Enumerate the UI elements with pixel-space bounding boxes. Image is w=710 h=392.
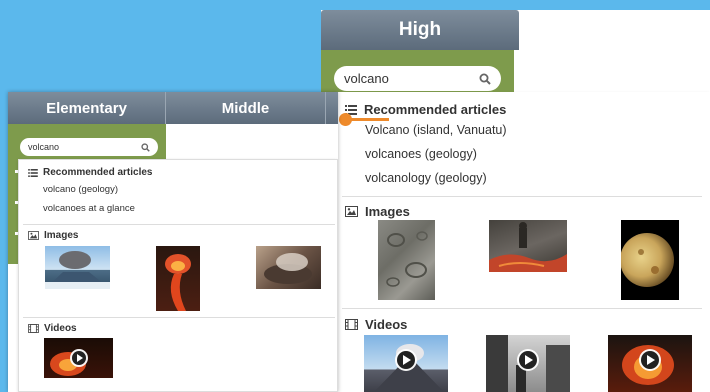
image-thumbnail[interactable] [378,220,435,300]
crater-steam-image [264,253,312,284]
image-thumbnail[interactable] [156,246,200,311]
elementary-videos-heading: Videos [28,323,77,334]
divider [342,308,702,309]
elementary-panel: Elementary Middle volcano Recommended ar… [8,92,338,392]
io-moon-image [621,233,674,287]
image-thumbnail[interactable] [45,246,110,289]
elementary-article-link[interactable]: volcanoes at a glance [43,203,135,214]
high-recommended-title: Recommended articles [364,102,507,117]
video-thumbnail[interactable] [364,335,448,392]
tab-elementary[interactable]: Elementary [8,92,166,124]
tab-middle[interactable]: Middle [166,92,326,124]
list-icon [28,168,38,177]
image-icon [345,206,358,217]
play-icon[interactable] [395,349,417,371]
search-icon[interactable] [479,73,491,85]
divider [342,196,702,197]
high-article-link[interactable]: volcanoes (geology) [365,147,477,161]
high-videos-heading: Videos [345,317,407,332]
callout-line [350,118,389,121]
volcano-plume-image [45,251,110,289]
lava-scientist-image [489,222,567,272]
high-panel: High volcano Recommended articles Volcan… [321,10,710,392]
high-recommended-heading: Recommended articles [345,102,506,117]
image-thumbnail[interactable] [621,220,679,300]
lava-flow-image [165,254,191,311]
image-thumbnail[interactable] [256,246,321,289]
play-icon[interactable] [70,349,88,367]
search-icon[interactable] [141,142,150,152]
moon-crater-image [386,231,428,287]
image-icon [28,231,39,240]
elementary-search-input[interactable]: volcano [20,138,158,156]
elementary-search-value[interactable]: volcano [28,142,141,152]
high-results-dropdown: Recommended articles Volcano (island, Va… [335,92,710,392]
video-thumbnail[interactable] [608,335,692,392]
film-icon [345,319,358,330]
level-tabs: Elementary Middle [8,92,338,124]
high-article-link[interactable]: Volcano (island, Vanuatu) [365,123,507,137]
elementary-images-title: Images [44,230,79,241]
high-videos-title: Videos [365,317,408,332]
elementary-images-heading: Images [28,230,78,241]
divider [23,224,335,225]
high-search-value[interactable]: volcano [344,71,479,86]
divider [23,317,335,318]
elementary-results-dropdown: Recommended articles volcano (geology) v… [18,159,338,392]
tab-high[interactable]: High [321,10,519,50]
elementary-recommended-heading: Recommended articles [28,167,153,178]
video-thumbnail[interactable] [486,335,570,392]
high-images-title: Images [365,204,410,219]
high-article-link[interactable]: volcanology (geology) [365,171,487,185]
video-thumbnail[interactable] [44,338,113,378]
elementary-article-link[interactable]: volcano (geology) [43,184,118,195]
film-icon [28,324,39,333]
image-thumbnail[interactable] [489,220,567,272]
high-search-input[interactable]: volcano [334,66,501,91]
high-images-heading: Images [345,204,410,219]
play-icon[interactable] [639,349,661,371]
elementary-recommended-title: Recommended articles [43,167,153,178]
tab-high-partial[interactable] [326,92,338,124]
play-icon[interactable] [517,349,539,371]
elementary-videos-title: Videos [44,323,77,334]
